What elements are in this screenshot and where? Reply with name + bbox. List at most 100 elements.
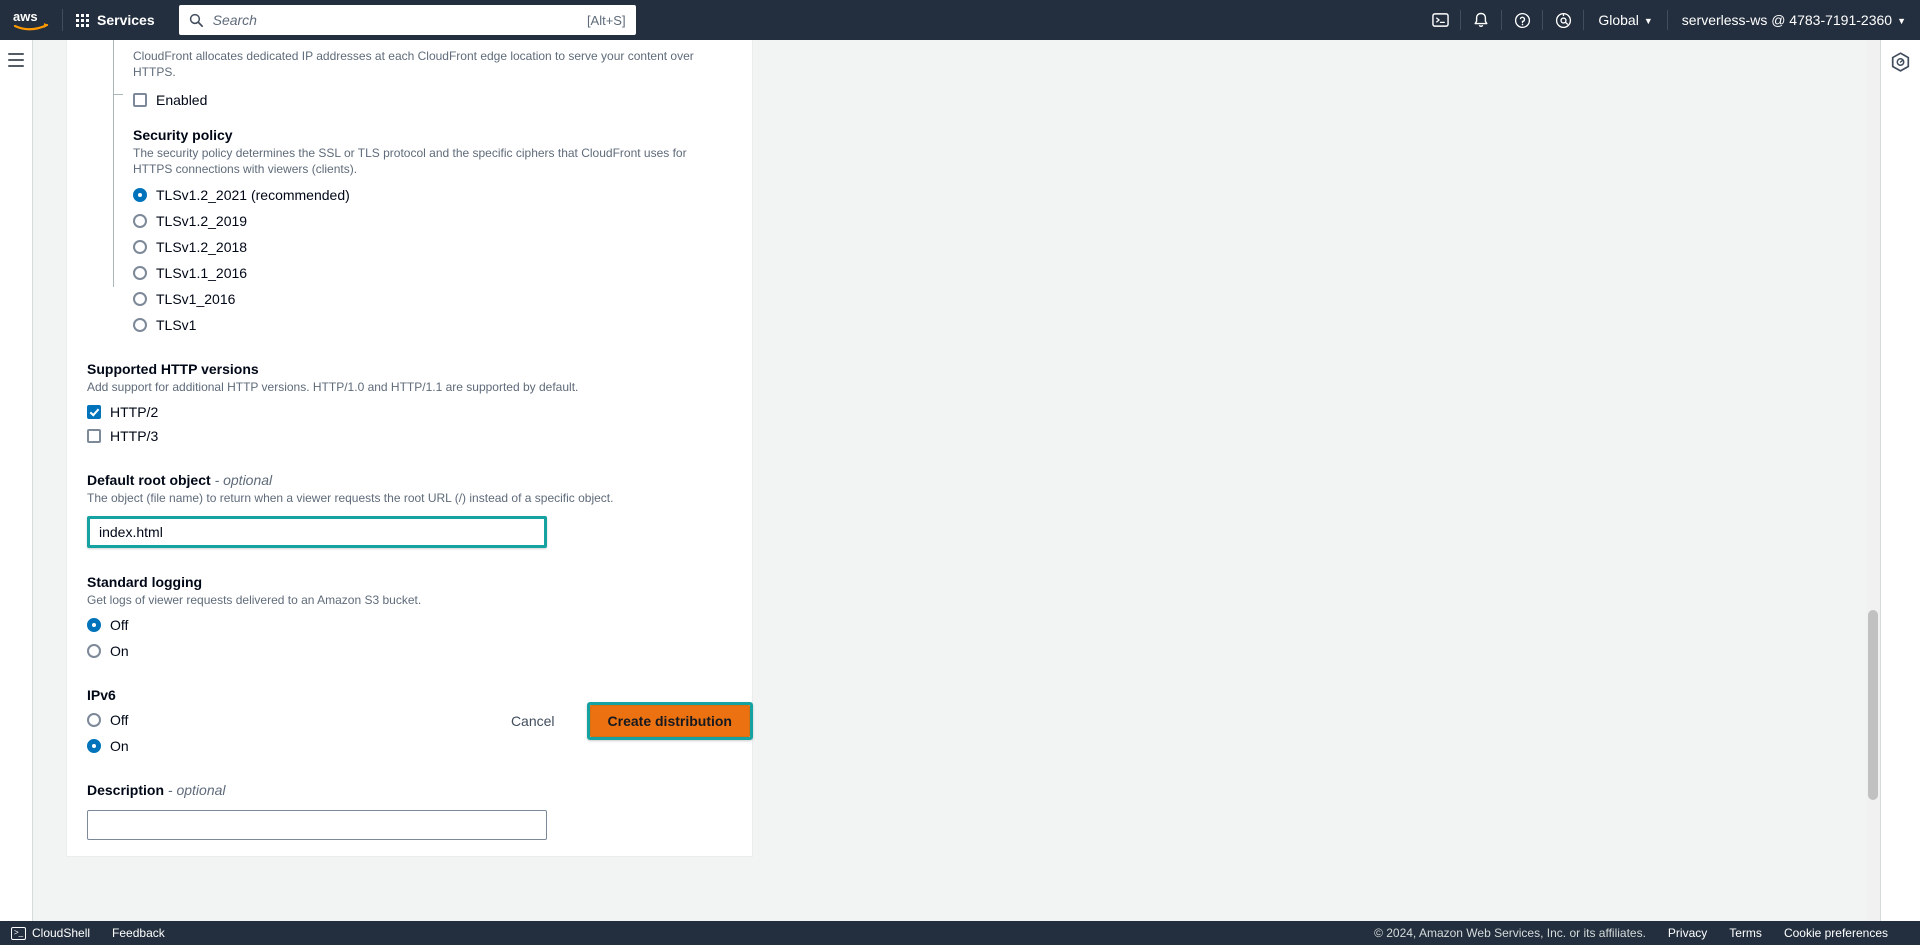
notifications-icon[interactable]	[1461, 0, 1501, 40]
security-policy-option-tlsv1[interactable]: TLSv1	[133, 314, 732, 335]
bottom-right-cluster: © 2024, Amazon Web Services, Inc. or its…	[1374, 926, 1920, 940]
cookie-preferences-link[interactable]: Cookie preferences	[1784, 926, 1888, 940]
region-selector[interactable]: Global ▼	[1584, 0, 1666, 40]
security-policy-title: Security policy	[133, 127, 233, 143]
radio-button	[87, 617, 101, 632]
option-label: Off	[110, 616, 129, 633]
security-policy-description: The security policy determines the SSL o…	[133, 146, 687, 176]
form-action-bar: Cancel Create distribution	[66, 702, 753, 740]
feedback-link[interactable]: Feedback	[112, 926, 165, 940]
http-version-option-http3[interactable]: HTTP/3	[87, 425, 732, 446]
option-label: TLSv1.2_2018	[156, 238, 248, 255]
cancel-button[interactable]: Cancel	[501, 707, 565, 735]
search-input[interactable]	[210, 11, 587, 29]
search-hotkey-hint: [Alt+S]	[586, 12, 626, 28]
vertical-scrollbar[interactable]	[1866, 40, 1880, 921]
default-root-object-input[interactable]	[87, 516, 547, 548]
security-policy-option-tlsv11-2016[interactable]: TLSv1.1_2016	[133, 262, 732, 283]
standard-logging-option-off[interactable]: Off	[87, 614, 732, 635]
svg-text:aws: aws	[13, 9, 38, 24]
copyright-text: © 2024, Amazon Web Services, Inc. or its…	[1374, 926, 1646, 940]
account-menu[interactable]: serverless-ws @ 4783-7191-2360 ▼	[1668, 0, 1920, 40]
chevron-down-icon: ▼	[1643, 16, 1653, 26]
option-label: TLSv1.1_2016	[156, 264, 248, 281]
default-root-object-description: The object (file name) to return when a …	[87, 491, 614, 505]
description-field-label: Description - optional	[87, 782, 732, 798]
option-label: HTTP/2	[110, 403, 159, 420]
security-policy-option-tlsv12-2018[interactable]: TLSv1.2_2018	[133, 236, 732, 257]
radio-button	[133, 239, 147, 254]
description-section: Description - optional	[87, 782, 732, 840]
checkbox-box	[133, 92, 147, 107]
help-panel-rail	[1880, 40, 1920, 921]
top-navigation-bar: aws Services [Alt+S] Glob	[0, 0, 1920, 40]
standard-logging-option-on[interactable]: On	[87, 640, 732, 661]
dedicated-ip-description: CloudFront allocates dedicated IP addres…	[133, 49, 694, 79]
cloudshell-icon[interactable]	[1420, 0, 1460, 40]
cloudshell-icon: >_	[11, 926, 26, 940]
services-label: Services	[97, 12, 155, 28]
radio-button	[133, 317, 147, 332]
option-label: TLSv1.2_2021 (recommended)	[156, 186, 350, 203]
security-policy-option-tlsv12-2021[interactable]: TLSv1.2_2021 (recommended)	[133, 184, 732, 205]
http-versions-description: Add support for additional HTTP versions…	[87, 380, 579, 394]
dedicated-ip-group: CloudFront allocates dedicated IP addres…	[113, 40, 732, 335]
main-content-area: CloudFront allocates dedicated IP addres…	[34, 40, 1879, 921]
info-hexagon-icon[interactable]	[1891, 52, 1910, 921]
sidebar-rail	[0, 40, 33, 921]
nav-right-cluster: Global ▼ serverless-ws @ 4783-7191-2360 …	[1420, 0, 1920, 40]
global-search-box[interactable]: [Alt+S]	[178, 5, 636, 35]
bottom-left-cluster: >_ CloudShell Feedback	[0, 926, 165, 940]
terms-link[interactable]: Terms	[1729, 926, 1762, 940]
description-input[interactable]	[87, 810, 547, 840]
security-policy-option-tlsv1-2016[interactable]: TLSv1_2016	[133, 288, 732, 309]
default-root-object-section: Default root object - optional The objec…	[87, 472, 732, 548]
privacy-link[interactable]: Privacy	[1668, 926, 1707, 940]
cloudshell-label: CloudShell	[32, 926, 91, 940]
http-versions-title: Supported HTTP versions	[87, 361, 259, 377]
ipv6-title: IPv6	[87, 687, 116, 703]
security-policy-option-tlsv12-2019[interactable]: TLSv1.2_2019	[133, 210, 732, 231]
settings-gear-icon[interactable]	[1543, 0, 1583, 40]
hamburger-menu-icon[interactable]	[8, 53, 24, 921]
grid-icon	[76, 13, 89, 27]
label-text: Description	[87, 782, 165, 798]
standard-logging-description: Get logs of viewer requests delivered to…	[87, 593, 422, 607]
create-distribution-highlight: Create distribution	[586, 702, 753, 740]
optional-suffix: - optional	[214, 472, 273, 488]
checkbox-label: Enabled	[156, 91, 208, 108]
chevron-down-icon: ▼	[1897, 16, 1906, 26]
option-label: HTTP/3	[110, 427, 159, 444]
services-menu-button[interactable]: Services	[63, 0, 168, 40]
radio-button	[133, 291, 147, 306]
standard-logging-section: Standard logging Get logs of viewer requ…	[87, 574, 732, 661]
scrollbar-thumb[interactable]	[1868, 610, 1878, 800]
option-label: TLSv1.2_2019	[156, 212, 248, 229]
cloudshell-button[interactable]: >_ CloudShell	[11, 926, 90, 940]
aws-logo[interactable]: aws	[0, 0, 62, 40]
account-label: serverless-ws @ 4783-7191-2360	[1681, 12, 1893, 28]
radio-button	[133, 187, 147, 202]
dedicated-ip-enabled-checkbox[interactable]: Enabled	[133, 89, 732, 110]
checkbox-box	[87, 428, 101, 443]
option-label: TLSv1_2016	[156, 290, 236, 307]
radio-button	[133, 265, 147, 280]
search-icon	[189, 13, 203, 27]
bottom-status-bar: >_ CloudShell Feedback © 2024, Amazon We…	[0, 921, 1920, 945]
radio-button	[87, 643, 101, 658]
help-icon[interactable]	[1502, 0, 1542, 40]
label-text: Default root object	[87, 472, 211, 488]
optional-suffix: - optional	[167, 782, 226, 798]
option-label: On	[110, 642, 129, 659]
default-root-object-label: Default root object - optional	[87, 472, 732, 488]
http-version-option-http2[interactable]: HTTP/2	[87, 401, 732, 422]
create-distribution-button[interactable]: Create distribution	[589, 705, 750, 737]
region-label: Global	[1598, 12, 1639, 28]
